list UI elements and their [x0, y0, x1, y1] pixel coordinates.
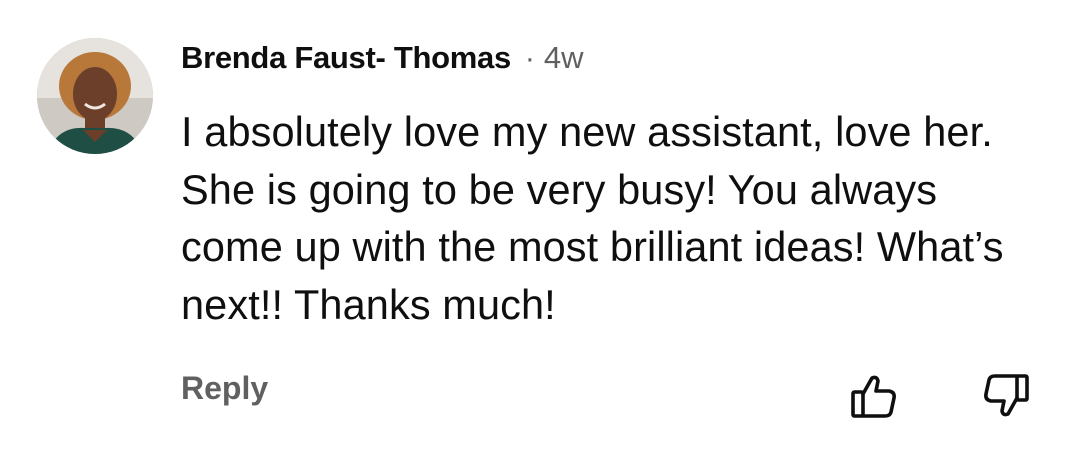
comment-text: I absolutely love my new assistant, love… — [181, 108, 1004, 328]
avatar-photo — [37, 38, 153, 154]
avatar[interactable] — [37, 38, 153, 154]
like-button[interactable] — [848, 370, 900, 422]
comment-header: Brenda Faust- Thomas · 4w — [181, 40, 584, 80]
dislike-button[interactable] — [980, 370, 1032, 422]
thumbs-up-icon — [851, 375, 896, 418]
separator-dot: · — [524, 42, 535, 75]
author-name[interactable]: Brenda Faust- Thomas — [181, 40, 511, 76]
comment-actions: Reply — [0, 360, 1080, 420]
comment: Brenda Faust- Thomas · 4w I absolutely l… — [0, 0, 1080, 456]
timestamp: 4w — [543, 40, 584, 75]
reply-button[interactable]: Reply — [181, 370, 268, 407]
thumbs-down-icon — [984, 374, 1029, 417]
